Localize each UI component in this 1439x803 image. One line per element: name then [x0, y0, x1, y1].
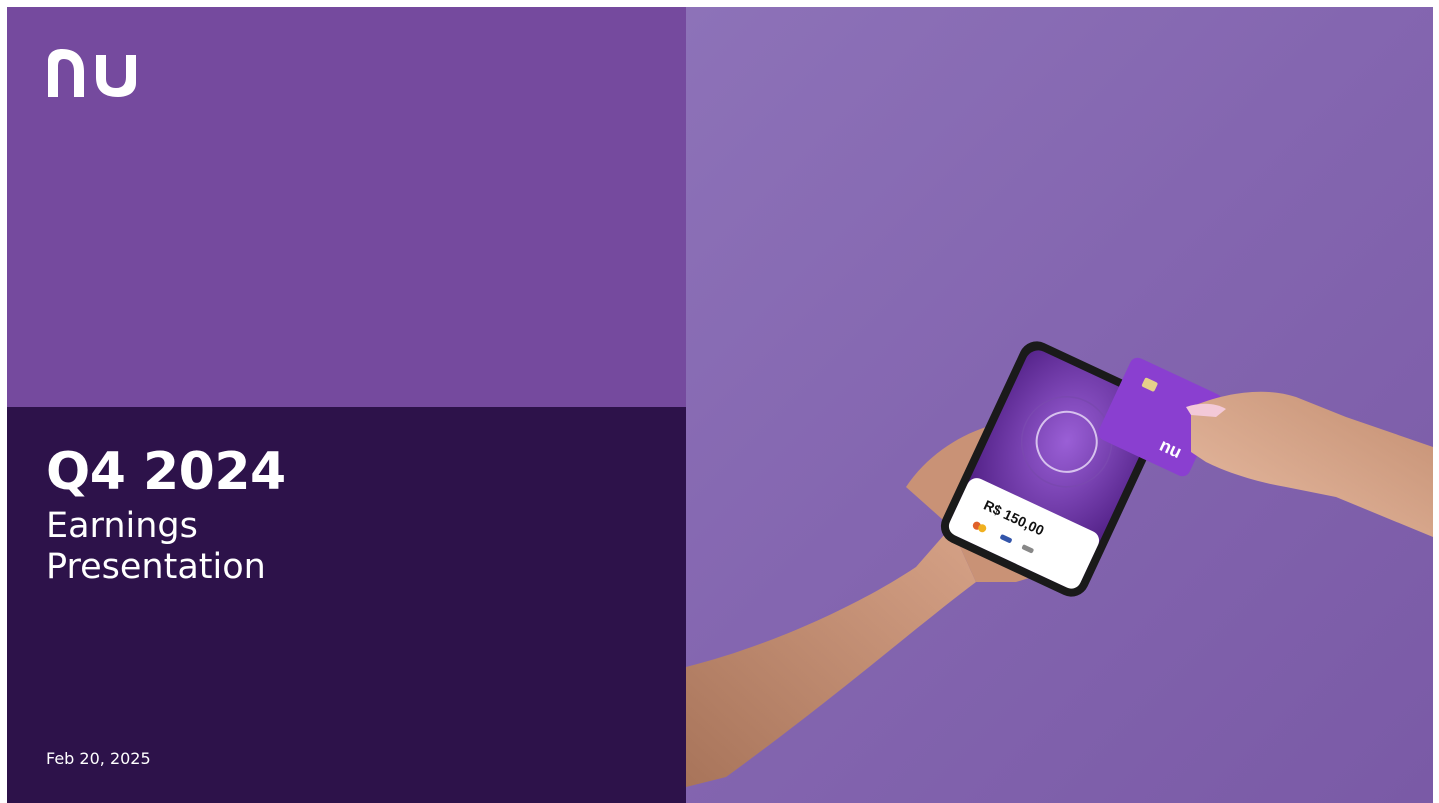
- title-slide: Q4 2024 Earnings Presentation Feb 20, 20…: [7, 7, 1433, 803]
- hands-phone-card-illustration: R$ 150,00 nu: [686, 341, 1433, 787]
- brand-panel: [7, 7, 686, 407]
- title-group: Q4 2024 Earnings Presentation: [46, 442, 286, 588]
- slide-title: Q4 2024: [46, 442, 286, 502]
- subtitle-line-1: Earnings: [46, 506, 198, 546]
- subtitle-line-2: Presentation: [46, 547, 266, 587]
- nu-logo: [48, 49, 136, 97]
- left-arm: [686, 527, 976, 787]
- right-hand: [1191, 391, 1433, 537]
- slide-subtitle: Earnings Presentation: [46, 506, 286, 588]
- hero-photo: R$ 150,00 nu: [686, 7, 1433, 803]
- presentation-date: Feb 20, 2025: [46, 749, 151, 768]
